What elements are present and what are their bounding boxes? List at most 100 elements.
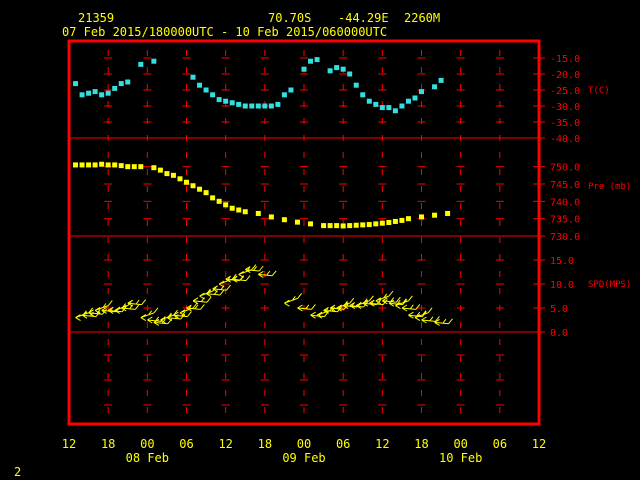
temperature-point bbox=[347, 71, 353, 77]
temperature-point bbox=[216, 97, 222, 103]
x-tick-label: 00 bbox=[140, 437, 154, 451]
pressure-point bbox=[360, 222, 366, 228]
y-tick-label: 735.0 bbox=[550, 215, 580, 226]
x-tick-label: 00 bbox=[297, 437, 311, 451]
temperature-point bbox=[327, 68, 333, 74]
pressure-point bbox=[157, 167, 163, 173]
temperature-point bbox=[86, 90, 92, 96]
pressure-point bbox=[353, 222, 359, 228]
x-tick-label: 18 bbox=[414, 437, 428, 451]
pressure-point bbox=[268, 214, 274, 220]
y-tick-label: -15.0 bbox=[550, 54, 580, 65]
temperature-point bbox=[275, 101, 281, 107]
y-tick-label: 0.0 bbox=[550, 328, 568, 339]
y-tick-label: -40.0 bbox=[550, 134, 580, 145]
wind-series bbox=[75, 264, 453, 326]
pressure-point bbox=[112, 162, 118, 168]
temperature-point bbox=[105, 90, 111, 96]
pressure-point bbox=[170, 172, 176, 178]
temperature-point bbox=[386, 105, 392, 111]
temperature-point bbox=[334, 65, 340, 71]
y-tick-label: -30.0 bbox=[550, 102, 580, 113]
plot-frame bbox=[67, 39, 541, 426]
temperature-point bbox=[190, 74, 196, 80]
x-day-label: 09 Feb bbox=[282, 451, 325, 465]
pressure-point bbox=[229, 205, 235, 211]
wind-barb bbox=[258, 270, 277, 278]
y-tick-label: -20.0 bbox=[550, 70, 580, 81]
x-tick-label: 00 bbox=[453, 437, 467, 451]
x-tick-label: 12 bbox=[218, 437, 232, 451]
pressure-point bbox=[366, 222, 372, 228]
pressure-point bbox=[399, 217, 405, 223]
temperature-point bbox=[268, 103, 274, 109]
pressure-point bbox=[210, 195, 216, 201]
wind-barb bbox=[421, 316, 440, 324]
temperature-point bbox=[405, 98, 411, 104]
panel-label-0: T(C) bbox=[588, 86, 610, 96]
pressure-point bbox=[197, 186, 203, 192]
temperature-point bbox=[138, 61, 144, 67]
temperature-point bbox=[308, 58, 314, 64]
temperature-point bbox=[229, 100, 235, 106]
temperature-point bbox=[203, 87, 209, 93]
pressure-point bbox=[340, 223, 346, 229]
temperature-point bbox=[99, 92, 105, 98]
pressure-point bbox=[125, 164, 131, 170]
x-tick-label: 06 bbox=[336, 437, 350, 451]
pressure-point bbox=[73, 162, 79, 168]
temperature-point bbox=[432, 84, 438, 90]
wind-barb bbox=[192, 296, 212, 305]
wind-barb bbox=[401, 304, 421, 312]
y-tick-labels: -15.0 -20.0 -25.0 -30.0 -35.0 -40.0 T(C) 750.0 7… bbox=[550, 54, 631, 339]
x-tick-label: 12 bbox=[532, 437, 546, 451]
pressure-point bbox=[373, 221, 379, 227]
x-tick-label: 18 bbox=[101, 437, 115, 451]
temperature-point bbox=[379, 105, 385, 111]
x-tick-labels: 12 18 00 06 12 18 00 06 12 18 00 06 12 08 Feb 09 Feb 10… bbox=[62, 437, 546, 465]
temperature-point bbox=[412, 95, 418, 101]
pressure-point bbox=[190, 183, 196, 189]
wind-barb bbox=[284, 293, 302, 307]
temperature-point bbox=[118, 81, 124, 87]
temperature-point bbox=[197, 82, 203, 88]
x-day-label: 10 Feb bbox=[439, 451, 482, 465]
y-tick-label: 740.0 bbox=[550, 197, 580, 208]
pressure-point bbox=[379, 220, 385, 226]
x-tick-label: 06 bbox=[179, 437, 193, 451]
pressure-point bbox=[432, 212, 438, 218]
y-tick-label: 750.0 bbox=[550, 163, 580, 174]
pressure-point bbox=[184, 179, 189, 185]
temperature-point bbox=[366, 98, 372, 104]
x-day-label: 08 Feb bbox=[126, 451, 169, 465]
temperature-point bbox=[399, 103, 405, 109]
pressure-point bbox=[445, 210, 451, 216]
meteogram-chart: -15.0 -20.0 -25.0 -30.0 -35.0 -40.0 T(C) 750.0 7… bbox=[62, 39, 631, 465]
y-tick-label: -35.0 bbox=[550, 118, 580, 129]
pressure-point bbox=[164, 171, 170, 177]
temperature-point bbox=[288, 87, 294, 93]
x-tick-label: 12 bbox=[62, 437, 76, 451]
temperature-point bbox=[236, 101, 242, 107]
pressure-point bbox=[347, 223, 353, 229]
pressure-point bbox=[99, 161, 105, 167]
pressure-point bbox=[242, 209, 248, 215]
temperature-point bbox=[360, 92, 366, 98]
panel-label-1: Pre (mb) bbox=[588, 182, 631, 192]
pressure-point bbox=[86, 162, 92, 168]
pressure-point bbox=[92, 162, 98, 168]
temperature-point bbox=[151, 58, 157, 64]
temperature-point bbox=[242, 103, 248, 109]
pressure-point bbox=[255, 210, 261, 216]
x-tick-label: 06 bbox=[493, 437, 507, 451]
pressure-point bbox=[203, 190, 209, 196]
y-tick-label: 745.0 bbox=[550, 180, 580, 191]
temperature-point bbox=[353, 82, 359, 88]
temperature-point bbox=[314, 57, 320, 63]
pressure-point bbox=[216, 198, 222, 204]
y-tick-label: -25.0 bbox=[550, 86, 580, 97]
pressure-point bbox=[334, 223, 340, 229]
temperature-point bbox=[281, 92, 287, 98]
temperature-point bbox=[340, 66, 346, 72]
temperature-point bbox=[438, 77, 444, 83]
